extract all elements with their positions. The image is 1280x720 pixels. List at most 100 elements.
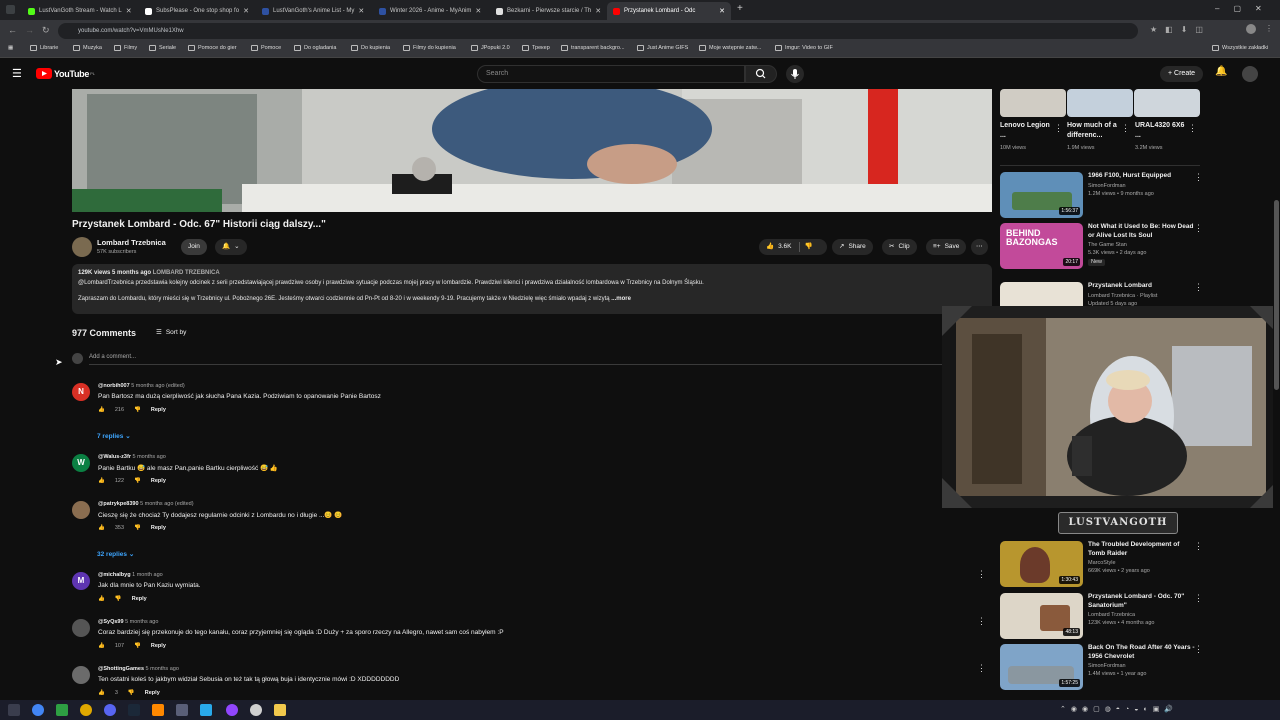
comment-author[interactable]: @SyQs99 5 months ago xyxy=(98,619,158,625)
extension-icons[interactable]: ★◧⬇◫ xyxy=(1150,25,1211,34)
short-menu-icon[interactable]: ⋮ xyxy=(1188,123,1197,134)
recommendation[interactable]: 1:57:25 Back On The Road After 40 Years … xyxy=(1000,644,1210,690)
rec-title[interactable]: Back On The Road After 40 Years - 1956 C… xyxy=(1088,644,1196,661)
rec-channel[interactable]: MarcoStyle xyxy=(1088,560,1116,567)
channel-name[interactable]: Lombard Trzebnica xyxy=(97,238,166,247)
commenter-avatar[interactable]: M xyxy=(72,572,90,590)
save-button[interactable]: ≡+ Save xyxy=(926,239,967,255)
menu-dots-icon[interactable]: ⋮ xyxy=(1265,24,1273,33)
bookmark[interactable]: Do kupienia xyxy=(351,45,390,51)
add-comment-input[interactable]: Add a comment... xyxy=(89,354,949,365)
like-dislike-button[interactable]: 👍 3.6K 👎 xyxy=(759,239,827,255)
commenter-avatar[interactable]: N xyxy=(72,383,90,401)
rec-channel[interactable]: Lombard Trzebnica xyxy=(1088,612,1135,619)
rec-channel[interactable]: SimonFordman xyxy=(1088,183,1126,190)
thumbs-down-icon[interactable]: 👎 xyxy=(134,643,141,649)
comment-author[interactable]: @norbih007 5 months ago (edited) xyxy=(98,383,185,389)
thumbs-down-icon[interactable]: 👎 xyxy=(134,525,141,531)
share-button[interactable]: ↗ Share xyxy=(832,239,873,255)
video-description[interactable]: 129K views 5 months ago LOMBARD TRZEBNIC… xyxy=(72,264,992,314)
rec-title[interactable]: Przystanek Lombard xyxy=(1088,282,1196,291)
recommendation[interactable]: 1:56:37 1966 F100, Hurst Equipped SimonF… xyxy=(1000,172,1210,218)
url-field[interactable]: youtube.com/watch?v=VmMUsNe1Xhw xyxy=(58,23,1138,39)
bookmark[interactable]: Filmy xyxy=(114,45,137,51)
close-tab-icon[interactable]: ✕ xyxy=(239,7,249,15)
comment-menu-icon[interactable]: ⋮ xyxy=(977,616,986,627)
short-title[interactable]: How much of a differenc... xyxy=(1067,121,1119,141)
thumbs-up-icon[interactable]: 👍 xyxy=(98,690,105,696)
comment-author[interactable]: @ShottingGames 5 months ago xyxy=(98,666,179,672)
video-thumbnail[interactable]: 1:30:43 xyxy=(1000,541,1083,587)
rec-menu-icon[interactable]: ⋮ xyxy=(1194,593,1203,604)
vlc-icon[interactable] xyxy=(152,704,164,716)
bookmark[interactable]: JPopuki 2.0 xyxy=(471,45,510,51)
bookmark[interactable]: Do ogladania xyxy=(294,45,336,51)
search-button[interactable] xyxy=(745,65,777,83)
rec-menu-icon[interactable]: ⋮ xyxy=(1194,644,1203,655)
rec-channel[interactable]: Lombard Trzebnica · Playlist xyxy=(1088,293,1157,300)
browser-tab[interactable]: LustVanGoth Stream - Watch L ✕ xyxy=(22,2,134,20)
apps-icon[interactable]: ▦ xyxy=(8,45,13,51)
author-handle[interactable]: @ShottingGames xyxy=(98,666,144,672)
subscribed-button[interactable]: 🔔 ⌄ xyxy=(215,239,247,255)
reply-button[interactable]: Reply xyxy=(132,596,147,602)
youtube-logo[interactable]: YouTube PL xyxy=(36,68,95,79)
thumbs-up-icon[interactable]: 👍 xyxy=(98,407,105,413)
short-menu-icon[interactable]: ⋮ xyxy=(1054,123,1063,134)
account-avatar[interactable] xyxy=(1242,66,1258,82)
obs-icon[interactable] xyxy=(250,704,262,716)
short-menu-icon[interactable]: ⋮ xyxy=(1121,123,1130,134)
steam-icon[interactable] xyxy=(128,704,140,716)
short-thumbnail[interactable] xyxy=(1134,89,1200,117)
bookmark[interactable]: Imgur: Video to GIF xyxy=(775,45,833,51)
reply-button[interactable]: Reply xyxy=(151,478,166,484)
author-handle[interactable]: @michalbyg xyxy=(98,572,131,578)
window-controls[interactable]: –▢✕ xyxy=(1215,4,1276,13)
comment-author[interactable]: @michalbyg 1 month ago xyxy=(98,572,163,578)
new-tab-icon[interactable]: + xyxy=(737,3,743,14)
thumbs-up-icon[interactable]: 👍 xyxy=(98,643,105,649)
app-icon[interactable] xyxy=(56,704,68,716)
join-button[interactable]: Join xyxy=(181,239,207,255)
bookmark[interactable]: Pomoce do gier xyxy=(188,45,237,51)
close-tab-icon[interactable]: ✕ xyxy=(715,7,725,15)
app-icon[interactable] xyxy=(80,704,92,716)
thumbs-down-icon[interactable]: 👎 xyxy=(134,478,141,484)
close-tab-icon[interactable]: ✕ xyxy=(471,7,481,15)
recommendation[interactable]: BEHIND BAZONGAS 20:17 Not What it Used to … xyxy=(1000,223,1210,269)
bookmark[interactable]: Moje wstępnie zatw... xyxy=(699,45,761,51)
commenter-avatar[interactable]: W xyxy=(72,454,90,472)
search-input[interactable]: Search xyxy=(477,65,745,83)
discord-icon[interactable] xyxy=(104,704,116,716)
rec-menu-icon[interactable]: ⋮ xyxy=(1194,282,1203,293)
close-tab-icon[interactable]: ✕ xyxy=(122,7,132,15)
chrome-icon[interactable] xyxy=(32,704,44,716)
rec-title[interactable]: Not What it Used to Be: How Dead or Aliv… xyxy=(1088,223,1196,240)
bookmark[interactable]: Muzyka xyxy=(73,45,102,51)
browser-tab[interactable]: SubsPlease - One stop shop fo ✕ xyxy=(139,2,251,20)
clip-button[interactable]: ✂ Clip xyxy=(882,239,917,255)
reply-button[interactable]: Reply xyxy=(151,643,166,649)
profile-avatar[interactable] xyxy=(1246,24,1256,34)
browser-tab[interactable]: Bezkarni - Pierwsze starcie / Th ✕ xyxy=(490,2,602,20)
sort-by-button[interactable]: ☰ Sort by xyxy=(156,328,186,337)
back-icon[interactable]: ← xyxy=(8,25,17,35)
hashtag[interactable]: LOMBARD TRZEBNICA xyxy=(153,270,220,276)
video-thumbnail[interactable]: 48:13 xyxy=(1000,593,1083,639)
hamburger-menu-icon[interactable]: ☰ xyxy=(12,67,22,80)
bookmark[interactable]: Трекер xyxy=(522,45,550,51)
recommendation[interactable]: 1:30:43 The Troubled Development of Tomb… xyxy=(1000,541,1210,587)
short-thumbnail[interactable] xyxy=(1000,89,1066,117)
rec-menu-icon[interactable]: ⋮ xyxy=(1194,172,1203,183)
scrollbar-thumb[interactable] xyxy=(1274,200,1279,390)
comment-menu-icon[interactable]: ⋮ xyxy=(977,569,986,580)
rec-menu-icon[interactable]: ⋮ xyxy=(1194,541,1203,552)
thumbs-up-icon[interactable]: 👍 xyxy=(98,478,105,484)
voice-search-button[interactable] xyxy=(786,65,804,83)
start-icon[interactable] xyxy=(8,704,20,716)
system-tray-icons[interactable]: ⌃◉◉▢◍◓◔◒◐▣🔊 xyxy=(1060,705,1178,713)
author-handle[interactable]: @Walus-z3fr xyxy=(98,454,131,460)
rec-channel[interactable]: SimonFordman xyxy=(1088,663,1126,670)
bookmark[interactable]: transparent backgro... xyxy=(561,45,625,51)
reload-icon[interactable]: ↻ xyxy=(42,25,50,36)
